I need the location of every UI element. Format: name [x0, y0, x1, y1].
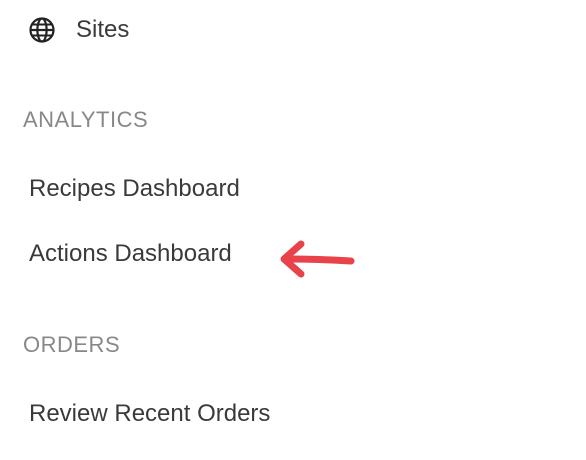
sidebar-item-sites[interactable]: Sites	[29, 14, 129, 46]
sidebar-item-review-recent-orders[interactable]: Review Recent Orders	[29, 398, 270, 430]
sidebar-item-label: Sites	[76, 16, 130, 43]
section-heading-orders: ORDERS	[23, 332, 121, 357]
globe-icon	[29, 17, 55, 43]
sidebar-item-recipes-dashboard[interactable]: Recipes Dashboard	[29, 173, 240, 205]
annotation-arrow	[280, 240, 355, 278]
sidebar-item-actions-dashboard[interactable]: Actions Dashboard	[29, 238, 232, 270]
section-heading-analytics: ANALYTICS	[23, 107, 149, 132]
